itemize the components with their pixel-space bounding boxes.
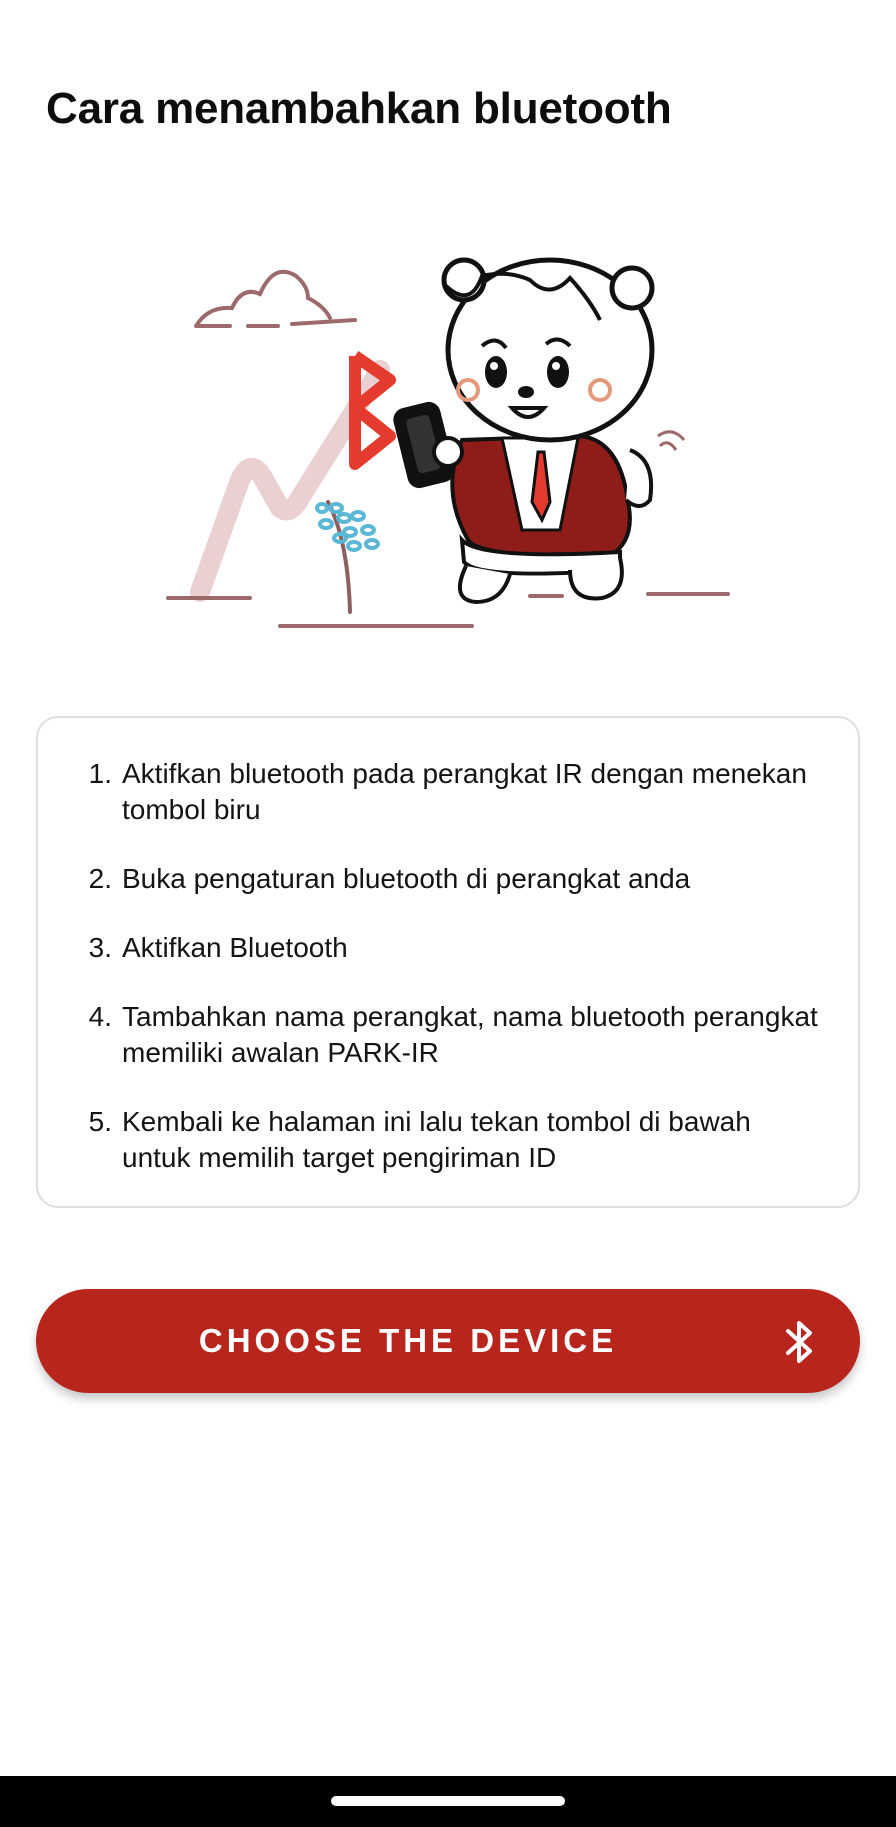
home-indicator[interactable] xyxy=(331,1796,565,1806)
choose-device-button[interactable]: CHOOSE THE DEVICE xyxy=(36,1289,860,1393)
step-number: 1. xyxy=(88,758,112,789)
instruction-step: 2. Buka pengaturan bluetooth di perangka… xyxy=(78,861,818,897)
step-text: Buka pengaturan bluetooth di perangkat a… xyxy=(122,863,691,894)
instructions-list: 1. Aktifkan bluetooth pada perangkat IR … xyxy=(78,756,818,1176)
instructions-card: 1. Aktifkan bluetooth pada perangkat IR … xyxy=(36,716,860,1208)
step-text: Tambahkan nama perangkat, nama bluetooth… xyxy=(122,1001,818,1068)
bluetooth-mascot-illustration xyxy=(166,257,730,628)
step-text: Kembali ke halaman ini lalu tekan tombol… xyxy=(122,1106,751,1173)
step-number: 3. xyxy=(88,932,112,963)
system-navigation-bar xyxy=(0,1776,896,1827)
bluetooth-symbol xyxy=(349,351,396,470)
cloud-shape xyxy=(194,269,332,328)
instruction-step: 3. Aktifkan Bluetooth xyxy=(78,930,818,966)
page-title: Cara menambahkan bluetooth xyxy=(46,84,672,133)
instruction-step: 1. Aktifkan bluetooth pada perangkat IR … xyxy=(78,756,818,828)
instruction-step: 5. Kembali ke halaman ini lalu tekan tom… xyxy=(78,1104,818,1176)
step-number: 4. xyxy=(88,1001,112,1032)
step-number: 2. xyxy=(88,863,112,894)
bluetooth-icon xyxy=(786,1321,812,1363)
step-text: Aktifkan bluetooth pada perangkat IR den… xyxy=(122,758,807,825)
choose-device-label: CHOOSE THE DEVICE xyxy=(198,1322,618,1359)
screen: Cara menambahkan bluetooth 1. Aktifkan b… xyxy=(0,0,896,1827)
step-number: 5. xyxy=(88,1106,112,1137)
instruction-step: 4. Tambahkan nama perangkat, nama blueto… xyxy=(78,999,818,1071)
step-text: Aktifkan Bluetooth xyxy=(122,932,348,963)
